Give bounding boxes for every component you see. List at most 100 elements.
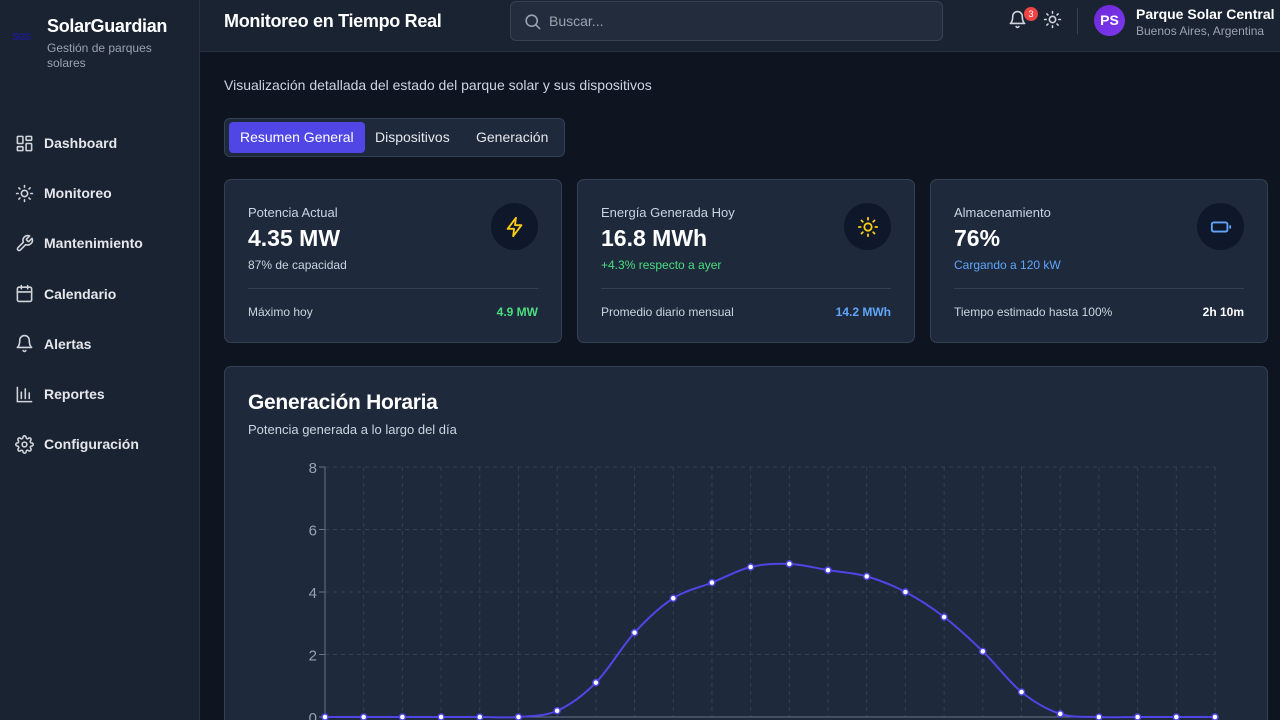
lightning-icon <box>491 203 538 250</box>
card-footer-label: Máximo hoy <box>248 305 313 319</box>
card-footer-label: Promedio diario mensual <box>601 305 734 319</box>
y-tick-label: 6 <box>309 523 317 540</box>
data-point <box>1017 688 1026 696</box>
card-footer-value: 2h 10m <box>1202 305 1244 319</box>
data-point <box>1211 713 1219 720</box>
card-divider <box>248 288 538 289</box>
search-icon <box>525 14 541 30</box>
park-location: Buenos Aires, Argentina <box>1136 24 1265 38</box>
sun-icon <box>844 203 891 250</box>
battery-icon <box>1197 203 1244 250</box>
data-point <box>1133 713 1142 720</box>
data-point <box>437 713 445 720</box>
stat-card-energia: Energía Generada Hoy 16.8 MWh +4.3% resp… <box>577 179 915 343</box>
data-point <box>1095 713 1103 720</box>
sidebar-item-alertas[interactable]: Alertas <box>0 319 200 369</box>
brand-subtitle: Gestión de parques solares <box>47 41 152 70</box>
sidebar-nav: Dashboard Monitoreo Mantenimiento Calend… <box>0 118 200 469</box>
hourly-generation-chart: 0 2 4 6 8 <box>309 460 1219 720</box>
header-divider <box>1077 8 1078 34</box>
data-point <box>669 594 678 602</box>
card-value: 76% <box>954 225 1001 251</box>
tab-resumen-general[interactable]: Resumen General <box>229 122 365 153</box>
sidebar-item-label: Mantenimiento <box>44 235 143 252</box>
card-footer-value: 4.9 MW <box>496 305 538 319</box>
data-point <box>514 713 523 720</box>
search-input[interactable] <box>549 11 929 31</box>
gear-icon <box>14 434 34 454</box>
stat-card-potencia: Potencia Actual 4.35 MW 87% de capacidad… <box>224 179 562 343</box>
chart-title: Generación Horaria <box>248 391 438 414</box>
card-footer-value: 14.2 MWh <box>835 305 891 319</box>
data-point <box>1056 710 1064 718</box>
page-title: Monitoreo en Tiempo Real <box>224 11 442 31</box>
notifications-button[interactable]: 3 <box>1008 7 1038 30</box>
calendar-icon <box>14 284 34 304</box>
sidebar-item-reportes[interactable]: Reportes <box>0 369 200 419</box>
data-point <box>785 560 794 568</box>
sidebar-item-label: Calendario <box>44 285 117 302</box>
page-description: Visualización detallada del estado del p… <box>224 77 652 93</box>
card-divider <box>601 288 891 289</box>
tab-generacion[interactable]: Generación <box>465 122 559 153</box>
main-content: Visualización detallada del estado del p… <box>200 52 1280 720</box>
card-value: 16.8 MWh <box>601 225 708 251</box>
data-point <box>1172 713 1181 720</box>
sidebar-item-label: Reportes <box>44 386 105 403</box>
sidebar-item-monitoreo[interactable]: Monitoreo <box>0 168 200 218</box>
search-box[interactable] <box>510 1 943 41</box>
card-label: Potencia Actual <box>248 205 338 220</box>
data-point <box>862 572 871 581</box>
stat-card-almacenamiento: Almacenamiento 76% Cargando a 120 kW Tie… <box>930 179 1268 343</box>
sidebar: SGS SolarGuardian Gestión de parques sol… <box>0 0 200 720</box>
sidebar-item-configuracion[interactable]: Configuración <box>0 419 200 469</box>
data-point <box>553 707 561 715</box>
data-point <box>359 713 368 720</box>
card-footer-label: Tiempo estimado hasta 100% <box>954 305 1113 319</box>
card-divider <box>954 288 1244 289</box>
sidebar-item-dashboard[interactable]: Dashboard <box>0 118 200 168</box>
bar-chart-icon <box>14 384 34 404</box>
y-tick-label: 4 <box>309 585 317 602</box>
sidebar-item-label: Alertas <box>44 335 92 352</box>
card-label: Almacenamiento <box>954 205 1051 220</box>
top-header: Monitoreo en Tiempo Real 3 PS Parque Sol… <box>200 0 1280 52</box>
avatar[interactable]: PS <box>1094 5 1125 36</box>
dashboard-icon <box>14 133 34 153</box>
data-point <box>592 678 600 687</box>
data-point <box>398 713 407 720</box>
y-tick-label: 8 <box>309 460 317 477</box>
theme-toggle-button[interactable] <box>1043 10 1063 30</box>
card-label: Energía Generada Hoy <box>601 205 735 220</box>
data-point <box>979 647 987 656</box>
sidebar-item-label: Configuración <box>44 436 139 453</box>
y-tick-label: 0 <box>309 710 317 720</box>
data-point <box>630 628 639 637</box>
card-subtext: Cargando a 120 kW <box>954 258 1061 272</box>
data-point <box>940 613 948 621</box>
y-tick-label: 2 <box>309 648 317 665</box>
wrench-icon <box>14 233 34 253</box>
data-point <box>901 588 910 596</box>
data-point <box>321 713 329 720</box>
brand-title: SolarGuardian <box>47 16 168 36</box>
brand-logo: SGS <box>12 32 31 43</box>
sidebar-item-calendario[interactable]: Calendario <box>0 269 200 319</box>
series-line <box>325 562 1215 719</box>
chart-card: 0 2 4 6 8 Generación Horaria Potencia genera… <box>224 366 1268 720</box>
card-value: 4.35 MW <box>248 225 341 251</box>
notification-count-badge: 3 <box>1024 7 1038 21</box>
card-subtext: +4.3% respecto a ayer <box>601 258 722 272</box>
card-subtext: 87% de capacidad <box>248 258 347 272</box>
park-name: Parque Solar Central <box>1136 6 1275 22</box>
data-point <box>746 563 755 571</box>
data-point <box>476 713 484 720</box>
data-point <box>708 578 716 587</box>
chart-subtitle: Potencia generada a lo largo del día <box>248 422 457 437</box>
bell-icon <box>14 334 34 354</box>
tab-dispositivos[interactable]: Dispositivos <box>364 122 461 153</box>
sidebar-item-mantenimiento[interactable]: Mantenimiento <box>0 218 200 268</box>
sidebar-item-label: Dashboard <box>44 135 118 152</box>
sun-icon <box>14 183 34 203</box>
sidebar-item-label: Monitoreo <box>44 185 112 202</box>
